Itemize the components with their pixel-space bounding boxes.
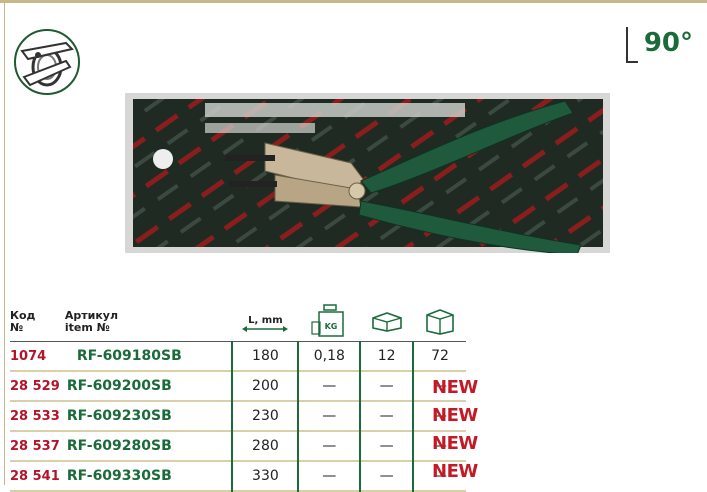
row-weight: — — [297, 431, 361, 461]
row-code: 28 533 — [10, 408, 60, 424]
table-row: 1074 RF-609180SB 180 0,18 12 72 — [10, 341, 466, 371]
new-badge: NEW — [432, 461, 478, 482]
right-angle-icon — [625, 27, 638, 63]
length-label-text: L, mm — [248, 314, 283, 326]
row-article: RF-609330SB — [66, 468, 172, 484]
kg-text: KG — [325, 322, 338, 331]
catalog-page: 90° Код № Артикул item № L, mm KG 1074 R… — [0, 0, 707, 491]
row-inner: 12 — [359, 341, 414, 371]
table-header-row: Код № Артикул item № L, mm KG — [10, 303, 466, 342]
row-code: 28 541 — [10, 468, 60, 484]
header-outer-box — [413, 303, 466, 342]
row-length: 280 — [231, 431, 299, 461]
row-inner: — — [359, 461, 414, 491]
product-photo — [125, 93, 610, 256]
row-length: 180 — [231, 341, 299, 371]
row-length: 230 — [231, 401, 299, 431]
double-arrow-icon — [242, 325, 289, 332]
header-inner-box — [360, 303, 414, 342]
header-code: Код № — [10, 303, 65, 342]
row-article: RF-609280SB — [66, 438, 172, 454]
scale-kg-icon: KG — [311, 303, 345, 337]
row-weight: — — [297, 401, 361, 431]
row-code: 1074 — [10, 348, 47, 364]
row-inner: — — [359, 371, 414, 401]
outer-box-icon — [425, 308, 454, 335]
row-weight: — — [297, 461, 361, 491]
circlip-usage-icon — [14, 29, 80, 95]
header-length: L, mm — [232, 303, 299, 342]
table-row: 28 533 RF-609230SB 230 — — — — [10, 401, 466, 431]
table-row: 28 529 RF-609200SB 200 — — — — [10, 371, 466, 401]
row-length: 200 — [231, 371, 299, 401]
new-badge: NEW — [432, 433, 478, 454]
spec-table: Код № Артикул item № L, mm KG 1074 RF-60… — [10, 303, 466, 492]
row-length: 330 — [231, 461, 299, 491]
angle-value: 90° — [643, 28, 693, 58]
table-row: 28 541 RF-609330SB 330 — — — — [10, 461, 466, 491]
header-article: Артикул item № — [64, 303, 233, 342]
row-inner: — — [359, 431, 414, 461]
new-badge: NEW — [432, 377, 478, 398]
row-code: 28 529 — [10, 378, 60, 394]
header-code-label2: № — [10, 321, 24, 334]
header-weight: KG — [298, 303, 361, 342]
row-article: RF-609200SB — [66, 378, 172, 394]
row-weight: 0,18 — [297, 341, 361, 371]
angle-badge: 90° — [625, 23, 699, 63]
row-inner: — — [359, 401, 414, 431]
row-weight: — — [297, 371, 361, 401]
row-outer: 72 — [412, 341, 466, 371]
header-article-label2: item № — [64, 321, 110, 334]
row-article: RF-609180SB — [76, 348, 182, 364]
page-left-rule — [4, 3, 5, 485]
inner-box-icon — [371, 311, 402, 332]
row-code: 28 537 — [10, 438, 60, 454]
row-article: RF-609230SB — [66, 408, 172, 424]
table-row: 28 537 RF-609280SB 280 — — — — [10, 431, 466, 461]
length-label: L, mm — [242, 314, 289, 332]
new-badge: NEW — [432, 405, 478, 426]
